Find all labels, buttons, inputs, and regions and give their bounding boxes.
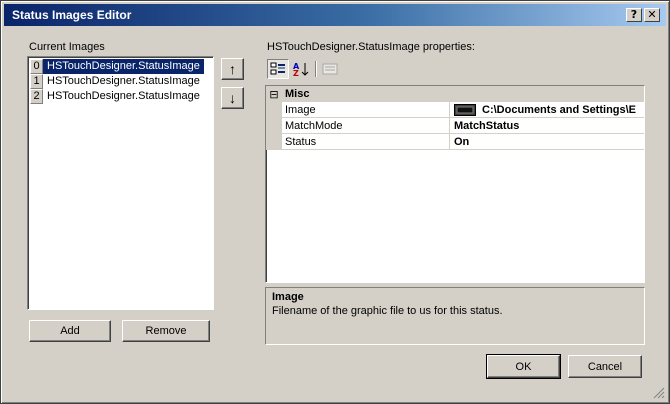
help-description: Filename of the graphic file to us for t…	[272, 305, 503, 317]
collapse-icon[interactable]: ⊟	[266, 88, 282, 101]
list-item-label: HSTouchDesigner.StatusImage	[47, 75, 200, 87]
list-item[interactable]: 0 HSTouchDesigner.StatusImage	[30, 59, 204, 74]
svg-text:Z: Z	[293, 69, 299, 77]
property-value-image[interactable]: C:\Documents and Settings\E	[450, 102, 644, 118]
list-item-label: HSTouchDesigner.StatusImage	[43, 59, 204, 74]
categorized-icon	[270, 62, 285, 75]
property-name: Status	[282, 133, 450, 150]
row-margin	[266, 101, 282, 118]
toolbar-separator	[315, 61, 316, 77]
current-images-label: Current Images	[29, 41, 105, 53]
resize-grip-icon[interactable]	[653, 387, 665, 399]
move-up-button[interactable]: ↑	[221, 58, 244, 80]
properties-label: HSTouchDesigner.StatusImage properties:	[267, 41, 475, 53]
property-row-matchmode[interactable]: MatchMode MatchStatus	[266, 117, 644, 134]
property-value-status[interactable]: On	[450, 134, 644, 150]
property-grid[interactable]: ⊟ Misc Image C:\Documents and Settings\E…	[265, 85, 645, 283]
property-name: MatchMode	[282, 117, 450, 134]
image-thumbnail-icon	[454, 103, 476, 116]
help-button[interactable]: ?	[626, 8, 642, 22]
property-row-image[interactable]: Image C:\Documents and Settings\E	[266, 101, 644, 118]
add-button[interactable]: Add	[29, 320, 111, 342]
current-images-list[interactable]: 0 HSTouchDesigner.StatusImage 1 HSTouchD…	[27, 56, 214, 310]
category-row-misc[interactable]: ⊟ Misc	[266, 86, 644, 102]
arrow-up-icon: ↑	[229, 61, 236, 77]
property-name: Image	[282, 101, 450, 118]
title-bar[interactable]: Status Images Editor ? ✕	[4, 4, 666, 26]
property-value-text: C:\Documents and Settings\E	[482, 103, 637, 116]
list-item-index: 2	[30, 89, 43, 104]
move-down-button[interactable]: ↓	[221, 87, 244, 109]
list-item[interactable]: 2 HSTouchDesigner.StatusImage	[30, 89, 204, 104]
category-name: Misc	[285, 88, 310, 100]
property-pages-icon	[322, 63, 338, 75]
arrow-down-icon: ↓	[229, 90, 236, 106]
row-margin	[266, 133, 282, 150]
close-button[interactable]: ✕	[644, 8, 660, 22]
row-margin	[266, 117, 282, 134]
property-pages-button[interactable]	[319, 59, 341, 79]
ok-button[interactable]: OK	[486, 354, 561, 379]
list-item-label: HSTouchDesigner.StatusImage	[47, 90, 200, 102]
window-title: Status Images Editor	[12, 8, 132, 22]
list-item-index: 0	[30, 59, 43, 74]
remove-button[interactable]: Remove	[122, 320, 210, 342]
alphabetical-button[interactable]: A Z	[290, 59, 312, 79]
property-row-status[interactable]: Status On	[266, 133, 644, 150]
help-title: Image	[272, 291, 304, 303]
list-item-index: 1	[30, 74, 43, 89]
categorized-button[interactable]	[267, 59, 289, 79]
status-images-editor-window: Status Images Editor ? ✕ Current Images …	[0, 0, 670, 404]
list-item[interactable]: 1 HSTouchDesigner.StatusImage	[30, 74, 204, 89]
sort-alphabetical-icon: A Z	[293, 62, 309, 77]
property-value-matchmode[interactable]: MatchStatus	[450, 118, 644, 134]
cancel-button[interactable]: Cancel	[568, 355, 642, 378]
property-help-panel: Image Filename of the graphic file to us…	[265, 287, 645, 345]
